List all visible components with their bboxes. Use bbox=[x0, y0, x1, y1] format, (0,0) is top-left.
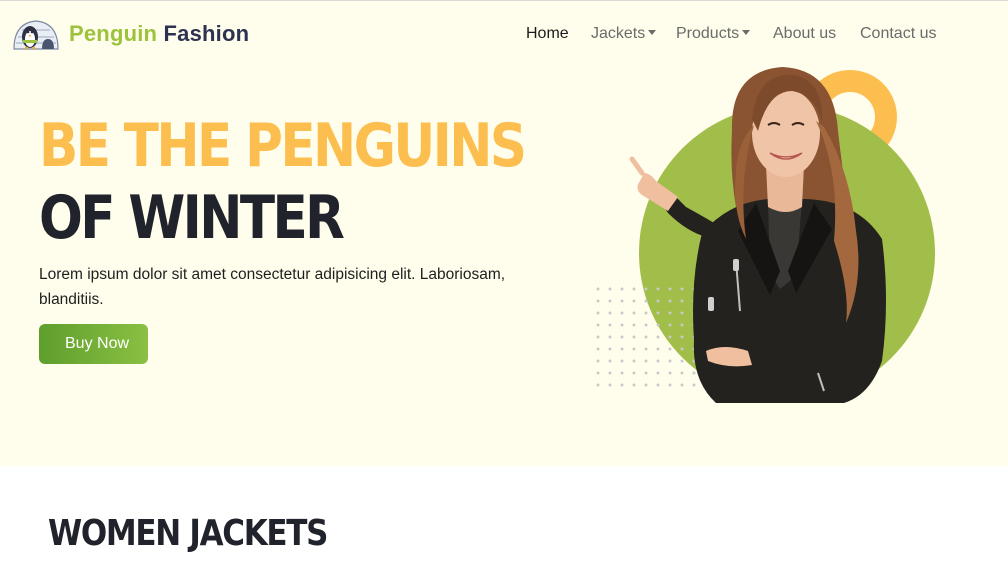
nav-contact-us[interactable]: Contact us bbox=[860, 25, 936, 43]
buy-now-button[interactable]: Buy Now bbox=[39, 324, 148, 364]
women-jackets-heading: WOMEN JACKETS bbox=[48, 513, 328, 554]
brand-name-part1: Penguin bbox=[69, 21, 158, 46]
model-photo-woman-leather-jacket bbox=[629, 67, 886, 403]
hero-headline-line2: OF WINTER bbox=[39, 183, 345, 253]
nav-contact-label: Contact us bbox=[860, 25, 937, 42]
brand-name[interactable]: Penguin Fashion bbox=[69, 21, 249, 47]
brand-name-part2: Fashion bbox=[163, 21, 250, 46]
caret-down-icon bbox=[648, 30, 657, 35]
hero-headline-line1: BE THE PENGUINS bbox=[39, 111, 527, 181]
nav-products-dropdown[interactable]: Products bbox=[676, 25, 751, 43]
nav-about-us[interactable]: About us bbox=[773, 25, 836, 43]
nav-home-label: Home bbox=[526, 25, 569, 42]
hero-lead-text: Lorem ipsum dolor sit amet consectetur a… bbox=[39, 266, 506, 308]
nav-home[interactable]: Home bbox=[526, 25, 569, 43]
caret-down-icon bbox=[742, 30, 751, 35]
nav-jackets-dropdown[interactable]: Jackets bbox=[591, 25, 657, 43]
penguin-igloo-logo-icon[interactable] bbox=[12, 15, 60, 51]
nav-about-label: About us bbox=[773, 25, 837, 42]
nav-products-label: Products bbox=[676, 25, 740, 42]
hero-section: Penguin Fashion Home Jackets Products Ab… bbox=[0, 0, 1008, 466]
nav-jackets-label: Jackets bbox=[591, 25, 646, 42]
